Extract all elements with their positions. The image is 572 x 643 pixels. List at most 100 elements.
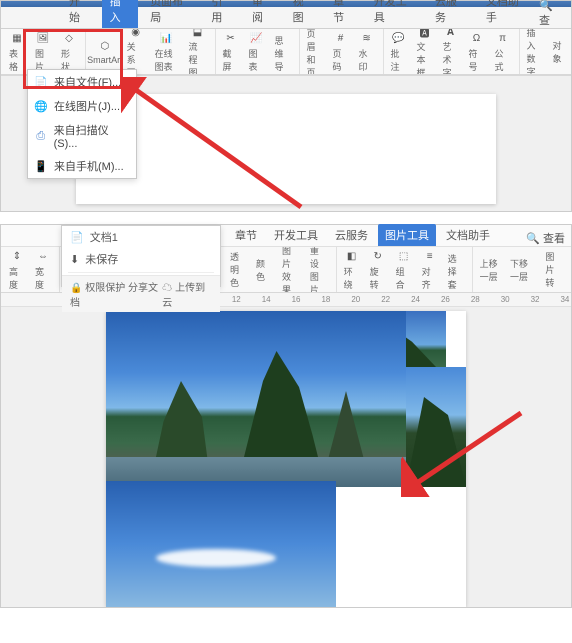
- tab2-picturetools[interactable]: 图片工具: [378, 224, 436, 246]
- btn-equation[interactable]: π公式: [491, 29, 515, 75]
- btn-table[interactable]: ▦表格: [5, 29, 29, 75]
- btn-flowchart-label: 流程图: [189, 40, 207, 75]
- ribbon-group-insert: 插入数字 对象 插入附件: [523, 29, 571, 74]
- btn-pagenum[interactable]: #页码: [329, 29, 353, 75]
- tab-devtools[interactable]: 开发工具: [366, 0, 423, 28]
- btn-width[interactable]: ⇔宽度: [31, 247, 55, 293]
- btn-symbol[interactable]: Ω符号: [465, 29, 489, 75]
- btn-wordart[interactable]: 𝐀艺术字: [439, 29, 463, 75]
- btn-watermark[interactable]: ≋水印: [355, 29, 379, 75]
- btn-wrap[interactable]: ◧环绕: [340, 247, 364, 293]
- btn-watermark-label: 水印: [359, 47, 375, 73]
- tab-start[interactable]: 开始: [61, 0, 98, 28]
- btn-onlinechart[interactable]: 📊在线图表: [151, 29, 183, 75]
- file-icon: 📄: [34, 75, 48, 89]
- tab-dochelper[interactable]: 文档助手: [478, 0, 535, 28]
- btn-shapes[interactable]: ◇形状: [57, 29, 81, 75]
- tab2-cloud[interactable]: 云服务: [328, 224, 375, 246]
- dropdown-online[interactable]: 🌐 在线图片(J)...: [28, 94, 136, 118]
- tab-cloud[interactable]: 云服务: [427, 0, 474, 28]
- btn-reset[interactable]: 重设图片: [306, 247, 332, 293]
- dropdown-from-file-label: 来自文件(F)...: [54, 74, 121, 90]
- ruler-tick: 14: [260, 295, 272, 304]
- btn-chart-label: 图表: [249, 47, 265, 73]
- btn-sendback-label: 下移一层: [510, 257, 530, 283]
- btn-mindmap-label: 思维导图: [275, 34, 291, 76]
- btn-headerfooter[interactable]: ▭页眉和页脚: [303, 29, 327, 75]
- btn-picture[interactable]: 🖼图片: [31, 29, 55, 75]
- dropdown-scanner[interactable]: ⎙来自扫描仪(S)...: [28, 118, 136, 154]
- document-area-bottom: [1, 307, 571, 607]
- chart-icon: 📈: [249, 31, 265, 47]
- btn-wordart-label: 艺术字: [443, 40, 459, 75]
- equation-icon: π: [495, 31, 511, 47]
- tab2-section[interactable]: 章节: [228, 224, 264, 246]
- phone-icon: 📱: [34, 159, 48, 173]
- btn-effects-label: 图片效果: [282, 247, 300, 293]
- btn-object[interactable]: 对象: [549, 37, 571, 67]
- file-name-row: 📄文档1: [62, 226, 220, 248]
- btn-smartart[interactable]: ⬡SmartArt: [89, 37, 121, 67]
- tab-layout[interactable]: 页面布局: [142, 0, 199, 28]
- btn-sendback[interactable]: 下移一层: [506, 255, 534, 285]
- btn-rotate[interactable]: ↻旋转: [366, 247, 390, 293]
- btn-mindmap[interactable]: ✳思维导图: [271, 29, 295, 75]
- btn-chart[interactable]: 📈图表: [245, 29, 269, 75]
- btn-wrap-label: 环绕: [344, 265, 360, 291]
- btn-selectpane-label: 选择套格: [448, 252, 464, 294]
- symbol-icon: Ω: [469, 31, 485, 47]
- btn-group[interactable]: ⬚组合: [392, 247, 416, 293]
- watermark-icon: ≋: [359, 31, 375, 47]
- btn-align[interactable]: ≡对齐: [418, 247, 442, 293]
- btn-transparent[interactable]: 透明色: [226, 248, 250, 291]
- btn-transparent-label: 透明色: [230, 250, 246, 289]
- onlinechart-icon: 📊: [159, 31, 175, 47]
- ruler-tick: 28: [469, 295, 481, 304]
- dropdown-from-file[interactable]: 📄 来自文件(F)...: [28, 70, 136, 94]
- rib2-order: 上移一层 下移一层: [476, 247, 539, 292]
- bottom-screenshot: 章节 开发工具 云服务 图片工具 文档助手 🔍 查看 ⇕高度 ⇔宽度 ▭图片轮廓…: [0, 224, 572, 608]
- tab2-dochelper[interactable]: 文档助手: [439, 224, 497, 246]
- btn-textbox-label: 文本框: [417, 40, 433, 75]
- btn-comment[interactable]: 💬批注: [387, 29, 411, 75]
- ruler-tick: 22: [380, 295, 392, 304]
- wrap-icon: ◧: [344, 249, 360, 265]
- btn-color[interactable]: 颜色: [252, 255, 276, 285]
- online-icon: 🌐: [34, 99, 48, 113]
- cloud-icon: ☁: [162, 283, 172, 294]
- tab-review[interactable]: 审阅: [244, 0, 281, 28]
- btn-insertnum[interactable]: 插入数字: [523, 29, 547, 75]
- btn-reset-label: 重设图片: [310, 247, 328, 293]
- btn-flowchart[interactable]: ⬓流程图: [185, 29, 211, 75]
- inserted-image-sky[interactable]: [106, 481, 336, 607]
- btn-selectpane[interactable]: ☰选择套格: [444, 247, 468, 293]
- dropdown-scanner-label: 来自扫描仪(S)...: [54, 122, 130, 150]
- dropdown-phone[interactable]: 📱来自手机(M)...: [28, 154, 136, 178]
- table-icon: ▦: [9, 31, 25, 47]
- ribbon-group-diagrams: ⬡SmartArt ◉关系图 📊在线图表 ⬓流程图: [89, 29, 216, 74]
- tab-section[interactable]: 章节: [325, 0, 362, 28]
- rib2-size: ⇕高度 ⇔宽度: [5, 247, 60, 292]
- upload-cloud[interactable]: ☁ 上传到云: [162, 279, 212, 309]
- btn-width-label: 宽度: [35, 265, 51, 291]
- tab-insert[interactable]: 插入: [102, 0, 139, 28]
- btn-bringforward[interactable]: 上移一层: [476, 255, 504, 285]
- btn-screenshot[interactable]: ✂截屏: [219, 29, 243, 75]
- textbox-icon: 🅰: [417, 29, 433, 40]
- search-button[interactable]: 🔍 查: [539, 0, 571, 28]
- align-icon: ≡: [422, 249, 438, 265]
- search-button-2[interactable]: 🔍 查看: [526, 230, 571, 246]
- btn-effects[interactable]: 图片效果: [278, 247, 304, 293]
- tab-reference[interactable]: 引用: [203, 0, 240, 28]
- btn-textbox[interactable]: 🅰文本框: [413, 29, 437, 75]
- tab-view[interactable]: 视图: [285, 0, 322, 28]
- btn-height[interactable]: ⇕高度: [5, 247, 29, 293]
- protect-share[interactable]: 🔒 权限保护 分享文档: [70, 279, 162, 309]
- dropdown-online-label: 在线图片(J)...: [54, 98, 120, 114]
- ruler-tick: 12: [230, 295, 242, 304]
- top-screenshot: 开始 插入 页面布局 引用 审阅 视图 章节 开发工具 云服务 文档助手 🔍 查…: [0, 0, 572, 212]
- tab2-devtools[interactable]: 开发工具: [267, 224, 325, 246]
- btn-table-label: 表格: [9, 47, 25, 73]
- btn-convert[interactable]: 图片转: [541, 248, 567, 291]
- inserted-image-main[interactable]: [106, 311, 406, 487]
